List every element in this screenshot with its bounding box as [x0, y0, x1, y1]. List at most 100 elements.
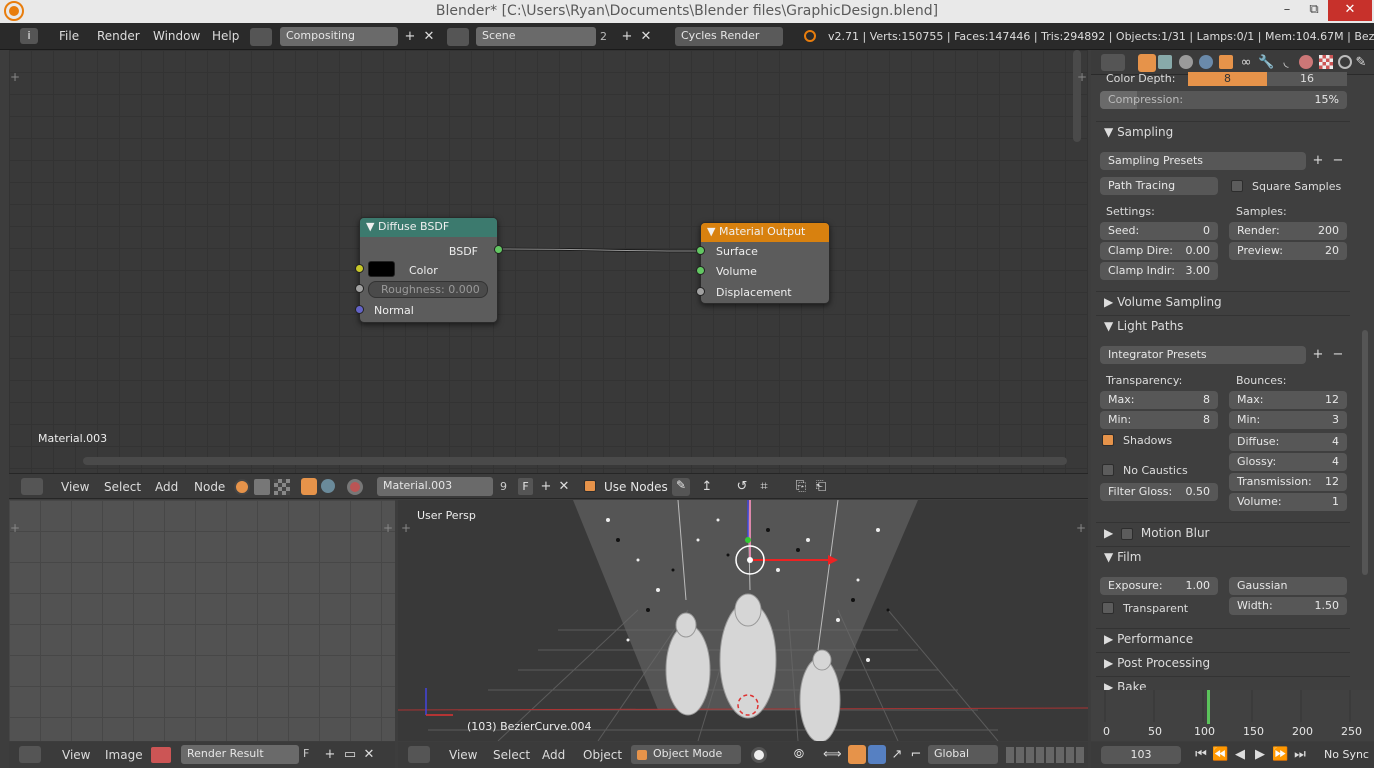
integrator-select[interactable]: Path Tracing: [1100, 177, 1218, 195]
material-name-field[interactable]: Material.003: [377, 477, 493, 496]
use-nodes-checkbox[interactable]: [584, 480, 596, 492]
bsdf-output-socket[interactable]: [494, 245, 503, 254]
node-menu-select[interactable]: Select: [104, 480, 141, 494]
filter-width-field[interactable]: Width: 1.50: [1229, 597, 1347, 615]
paste-icon[interactable]: ⎗: [813, 479, 829, 495]
image-menu-view[interactable]: View: [62, 748, 90, 762]
play-icon[interactable]: ▶: [1252, 747, 1268, 763]
sampling-panel-header[interactable]: ▼ Sampling: [1096, 121, 1350, 143]
unlink-image-icon[interactable]: ✕: [361, 747, 377, 763]
copy-icon[interactable]: ⎘: [793, 479, 809, 495]
plus-icon[interactable]: +: [1076, 521, 1086, 535]
manipulator-icon[interactable]: ⟺: [823, 747, 842, 763]
bounces-min-field[interactable]: Min: 3: [1229, 411, 1347, 429]
volume-bounces-field[interactable]: Volume: 1: [1229, 493, 1347, 511]
add-preset-icon[interactable]: +: [1310, 153, 1326, 169]
light-paths-panel-header[interactable]: ▼ Light Paths: [1096, 315, 1350, 337]
viewport-menu-object[interactable]: Object: [583, 748, 622, 762]
color-depth-16[interactable]: 16: [1267, 72, 1347, 86]
performance-panel-header[interactable]: ▶ Performance: [1096, 628, 1350, 650]
world-tab-icon[interactable]: [1199, 55, 1213, 69]
scale-manipulator-icon[interactable]: ↗: [889, 747, 905, 763]
material-tab-icon[interactable]: [1299, 55, 1313, 69]
new-material-icon[interactable]: +: [538, 479, 554, 495]
bake-panel-header[interactable]: ▶ Bake: [1096, 676, 1350, 690]
transparency-min-field[interactable]: Min: 8: [1100, 411, 1218, 429]
physics-tab-icon[interactable]: ✎: [1353, 55, 1369, 71]
transparency-max-field[interactable]: Max: 8: [1100, 391, 1218, 409]
3d-viewport[interactable]: User Persp (103) BezierCurve.004: [398, 500, 1088, 741]
plus-icon[interactable]: +: [10, 521, 20, 535]
orientation-select[interactable]: Global: [928, 745, 998, 764]
bounces-max-field[interactable]: Max: 12: [1229, 391, 1347, 409]
image-editor[interactable]: [9, 500, 395, 741]
preview-samples-field[interactable]: Preview: 20: [1229, 242, 1347, 260]
remove-preset-icon[interactable]: −: [1330, 347, 1346, 363]
editor-type-icon[interactable]: [1101, 54, 1125, 71]
transmission-bounces-field[interactable]: Transmission: 12: [1229, 473, 1347, 491]
collapse-arrow-icon[interactable]: ▼: [707, 225, 715, 238]
remove-preset-icon[interactable]: −: [1330, 153, 1346, 169]
prev-keyframe-icon[interactable]: ⏪: [1212, 747, 1228, 763]
viewport-menu-select[interactable]: Select: [493, 748, 530, 762]
glossy-bounces-field[interactable]: Glossy: 4: [1229, 453, 1347, 471]
world-icon[interactable]: [321, 479, 335, 493]
seed-field[interactable]: Seed: 0: [1100, 222, 1218, 240]
film-panel-header[interactable]: ▼ Film: [1096, 546, 1350, 568]
particles-tab-icon[interactable]: [1338, 55, 1352, 69]
roughness-field[interactable]: Roughness: 0.000: [368, 281, 488, 298]
square-samples-checkbox[interactable]: [1231, 180, 1243, 192]
displacement-input-socket[interactable]: [696, 287, 705, 296]
plus-icon[interactable]: +: [401, 521, 411, 535]
current-frame-field[interactable]: 103: [1101, 746, 1181, 764]
transform-icon[interactable]: ⌐: [908, 747, 924, 763]
texture-tab-icon[interactable]: [1319, 55, 1333, 69]
clamp-indirect-field[interactable]: Clamp Indir: 3.00: [1100, 262, 1218, 280]
add-preset-icon[interactable]: +: [1310, 347, 1326, 363]
image-menu-image[interactable]: Image: [105, 748, 143, 762]
data-tab-icon[interactable]: ◟: [1278, 55, 1294, 71]
timeline-editor[interactable]: 0 50 100 150 200 250: [1091, 690, 1374, 741]
material-output-header[interactable]: ▼ Material Output: [701, 223, 829, 242]
sampling-presets-select[interactable]: Sampling Presets: [1100, 152, 1306, 170]
editor-type-icon[interactable]: [21, 478, 43, 495]
editor-type-icon[interactable]: [19, 746, 41, 763]
render-layers-tab-icon[interactable]: [1158, 55, 1172, 69]
filter-glossy-field[interactable]: Filter Gloss: 0.50: [1100, 483, 1218, 501]
volume-input-socket[interactable]: [696, 266, 705, 275]
snap-element-icon[interactable]: ⌗: [756, 479, 772, 495]
mode-select[interactable]: Object Mode: [631, 745, 741, 764]
shader-nodes-icon[interactable]: [234, 479, 250, 495]
compression-slider[interactable]: Compression: 15%: [1100, 91, 1347, 109]
material-browse-icon[interactable]: [347, 479, 363, 495]
scene-tab-icon[interactable]: [1179, 55, 1193, 69]
object-tab-icon[interactable]: [1219, 55, 1233, 69]
color-swatch[interactable]: [368, 261, 395, 277]
translate-manipulator-icon[interactable]: [848, 745, 866, 764]
post-processing-panel-header[interactable]: ▶ Post Processing: [1096, 652, 1350, 674]
roughness-input-socket[interactable]: [355, 284, 364, 293]
next-keyframe-icon[interactable]: ⏩: [1272, 747, 1288, 763]
diffuse-bounces-field[interactable]: Diffuse: 4: [1229, 433, 1347, 451]
sync-mode-select[interactable]: No Sync: [1324, 748, 1369, 761]
compositing-nodes-icon[interactable]: [254, 479, 270, 495]
layers-grid-icon[interactable]: [1006, 747, 1086, 763]
play-reverse-icon[interactable]: ◀: [1232, 747, 1248, 763]
collapse-arrow-icon[interactable]: ▼: [366, 220, 374, 233]
exposure-field[interactable]: Exposure: 1.00: [1100, 577, 1218, 595]
transparent-checkbox[interactable]: [1102, 602, 1114, 614]
viewport-shading-icon[interactable]: [751, 747, 767, 763]
render-tab-icon[interactable]: [1138, 54, 1156, 72]
node-menu-add[interactable]: Add: [155, 480, 178, 494]
modifiers-tab-icon[interactable]: 🔧: [1258, 55, 1274, 71]
render-samples-field[interactable]: Render: 200: [1229, 222, 1347, 240]
material-output-node[interactable]: ▼ Material Output Surface Volume Displac…: [700, 222, 830, 304]
viewport-menu-view[interactable]: View: [449, 748, 477, 762]
rotate-manipulator-icon[interactable]: [868, 745, 886, 764]
properties-scrollbar[interactable]: [1362, 330, 1368, 575]
pivot-icon[interactable]: ⦾: [791, 747, 807, 763]
texture-nodes-icon[interactable]: [274, 479, 290, 495]
integrator-presets-select[interactable]: Integrator Presets: [1100, 346, 1306, 364]
color-input-socket[interactable]: [355, 264, 364, 273]
open-image-icon[interactable]: ▭: [342, 747, 358, 763]
